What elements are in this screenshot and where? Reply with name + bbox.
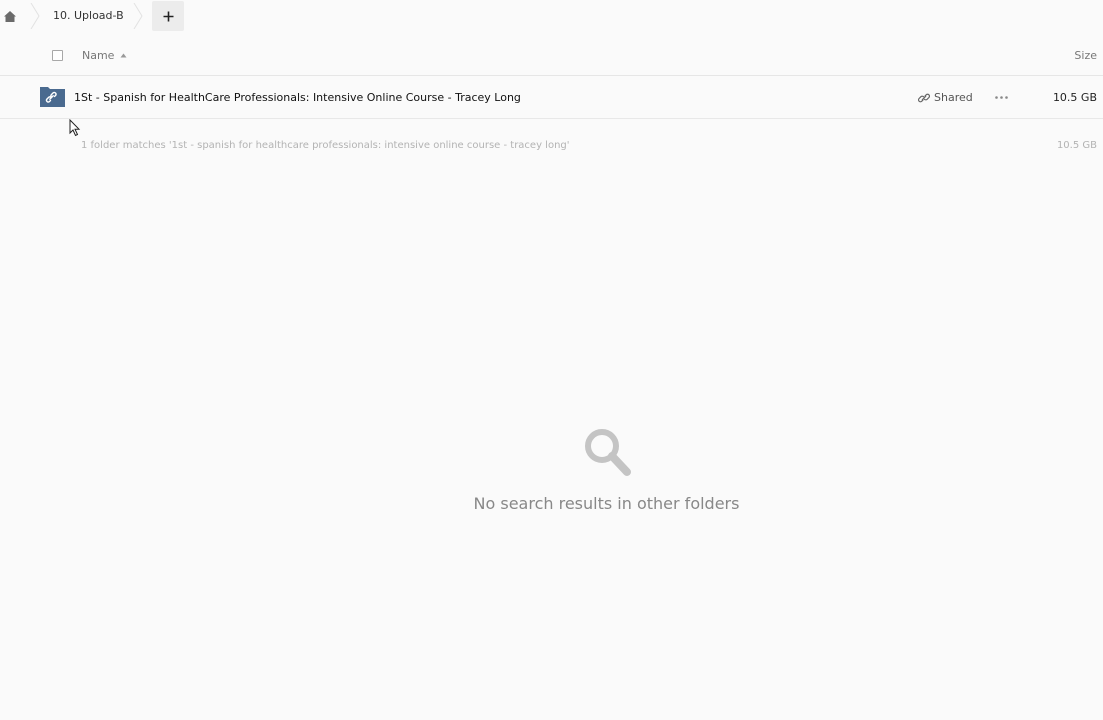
select-all-checkbox[interactable] bbox=[52, 50, 63, 61]
more-icon bbox=[994, 95, 1008, 99]
breadcrumb: 10. Upload-B bbox=[0, 0, 1103, 34]
home-button[interactable] bbox=[0, 2, 20, 30]
folder-size: 10.5 GB bbox=[1052, 91, 1097, 104]
breadcrumb-current-folder[interactable]: 10. Upload-B bbox=[53, 9, 124, 22]
breadcrumb-separator bbox=[133, 3, 143, 29]
shared-folder-icon bbox=[40, 87, 65, 107]
mouse-cursor-icon bbox=[69, 119, 81, 137]
shared-indicator[interactable]: Shared bbox=[918, 91, 973, 104]
shared-label: Shared bbox=[934, 91, 973, 104]
home-icon bbox=[4, 10, 16, 22]
sort-ascending-icon bbox=[120, 53, 127, 58]
search-summary: 1 folder matches '1st - spanish for heal… bbox=[81, 140, 570, 151]
summary-size: 10.5 GB bbox=[1056, 140, 1097, 151]
name-column-label: Name bbox=[82, 49, 115, 62]
more-actions-button[interactable] bbox=[992, 88, 1010, 106]
link-icon bbox=[918, 93, 930, 102]
breadcrumb-separator bbox=[30, 3, 40, 29]
folder-name[interactable]: 1St - Spanish for HealthCare Professiona… bbox=[74, 91, 521, 104]
plus-icon bbox=[163, 11, 173, 21]
search-icon bbox=[585, 429, 631, 476]
size-column-header[interactable]: Size bbox=[1074, 49, 1097, 62]
table-row[interactable]: 1St - Spanish for HealthCare Professiona… bbox=[0, 77, 1103, 119]
name-column-header[interactable]: Name bbox=[82, 49, 127, 62]
empty-state-message: No search results in other folders bbox=[473, 494, 740, 513]
table-header: Name Size bbox=[0, 38, 1103, 76]
file-browser: 10. Upload-B Name Size 1St - Spanish for… bbox=[0, 0, 1103, 720]
new-button[interactable] bbox=[152, 1, 184, 31]
